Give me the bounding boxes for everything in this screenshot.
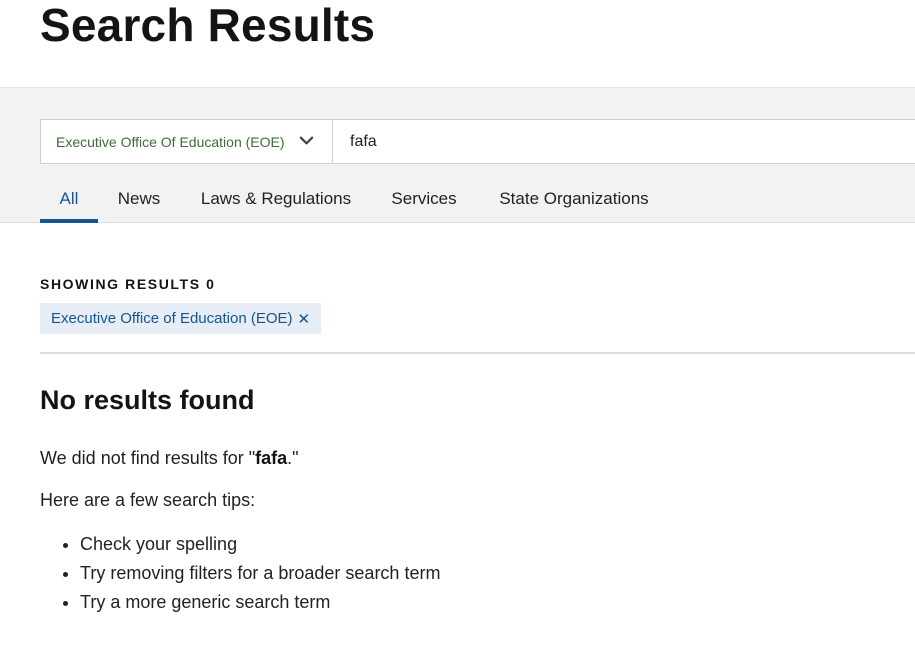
- divider: [40, 352, 915, 354]
- search-tips-list: Check your spelling Try removing filters…: [40, 530, 440, 617]
- close-icon[interactable]: ✕: [298, 310, 311, 328]
- organization-select-label: Executive Office Of Education (EOE): [56, 133, 285, 150]
- list-item: Try removing filters for a broader searc…: [80, 559, 440, 588]
- not-found-suffix: .": [287, 448, 299, 468]
- tab-news[interactable]: News: [98, 174, 180, 223]
- tab-label: All: [59, 188, 79, 208]
- result-tabs: All News Laws & Regulations Services Sta…: [40, 174, 672, 223]
- tab-label: State Organizations: [499, 188, 649, 208]
- list-item: Try a more generic search term: [80, 588, 440, 617]
- not-found-message: We did not find results for "fafa.": [40, 446, 299, 470]
- organization-select[interactable]: Executive Office Of Education (EOE): [40, 119, 333, 164]
- search-results-page: Search Results Executive Office Of Educa…: [0, 0, 915, 646]
- tab-laws-regulations[interactable]: Laws & Regulations: [180, 174, 372, 223]
- tab-label: Services: [391, 188, 457, 208]
- results-count: SHOWING RESULTS 0: [40, 276, 216, 292]
- tab-services[interactable]: Services: [372, 174, 476, 223]
- page-title: Search Results: [40, 0, 376, 51]
- not-found-prefix: We did not find results for ": [40, 448, 256, 468]
- tab-state-organizations[interactable]: State Organizations: [476, 174, 672, 223]
- search-input[interactable]: [332, 119, 915, 164]
- tab-label: News: [117, 188, 161, 208]
- no-results-heading: No results found: [40, 385, 255, 415]
- tab-all[interactable]: All: [40, 174, 98, 223]
- search-term: fafa: [255, 448, 288, 468]
- tab-label: Laws & Regulations: [200, 188, 352, 208]
- list-item: Check your spelling: [80, 530, 440, 559]
- chevron-down-icon: [299, 136, 314, 145]
- active-filter-chip[interactable]: Executive Office of Education (EOE) ✕: [40, 303, 322, 334]
- active-filter-label: Executive Office of Education (EOE): [51, 310, 293, 327]
- search-tips-intro: Here are a few search tips:: [40, 490, 256, 510]
- search-band: Executive Office Of Education (EOE) All …: [0, 87, 915, 223]
